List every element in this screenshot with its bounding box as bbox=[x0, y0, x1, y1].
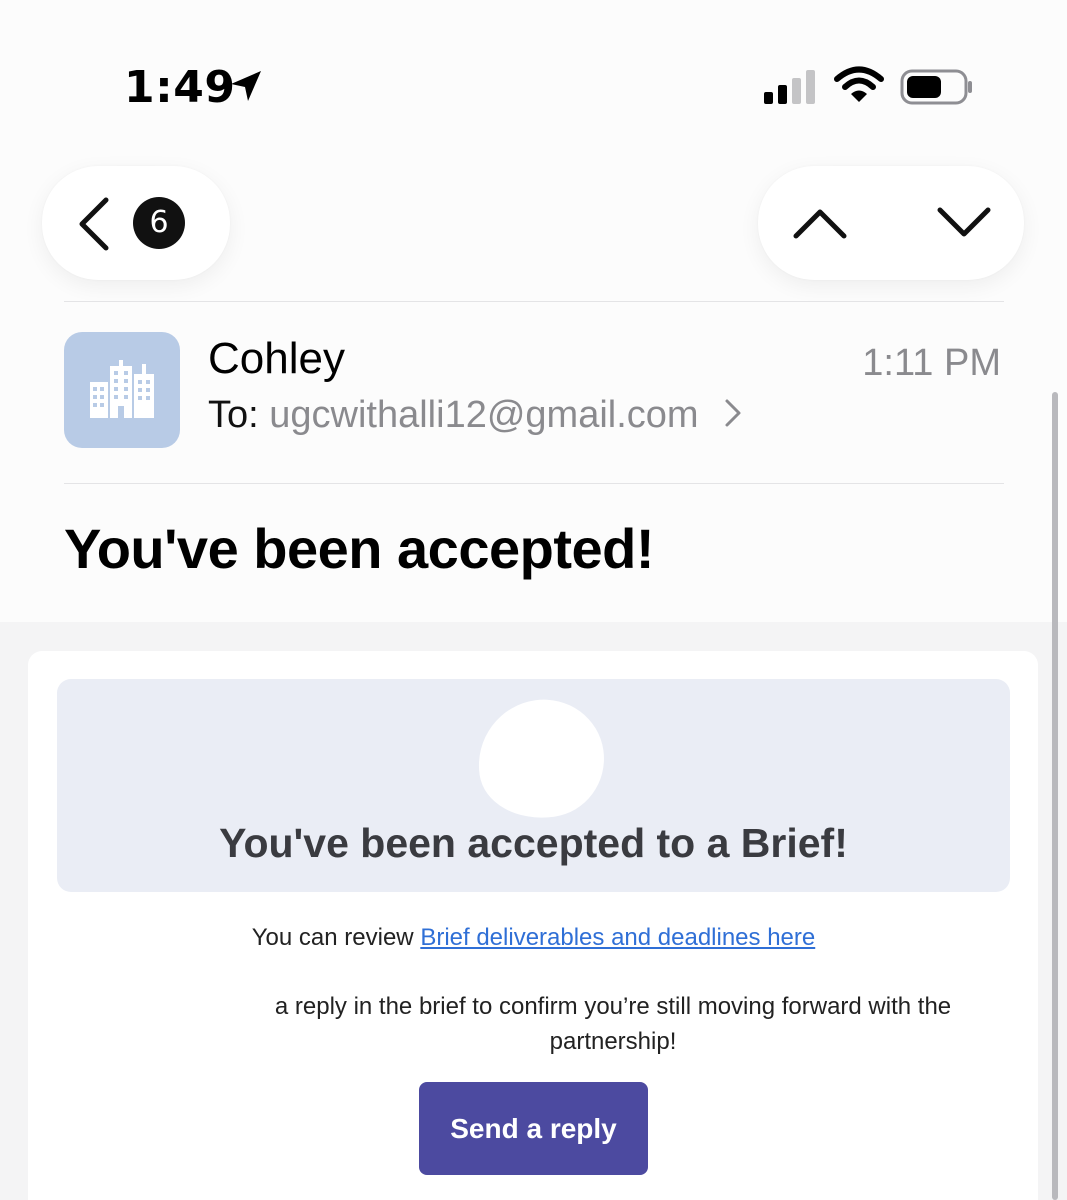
battery-icon bbox=[900, 69, 972, 105]
cellular-signal-icon bbox=[764, 70, 815, 104]
chevron-up-icon[interactable] bbox=[792, 204, 848, 240]
chevron-down-icon[interactable] bbox=[936, 206, 992, 242]
recipient-line[interactable]: To: ugcwithalli12@gmail.com bbox=[208, 394, 743, 437]
unread-count-badge: 6 bbox=[133, 197, 185, 249]
recipient-address[interactable]: ugcwithalli12@gmail.com bbox=[269, 394, 698, 436]
message-time: 1:11 PM bbox=[862, 342, 1001, 384]
reply-instructions: a reply in the brief to confirm you’re s… bbox=[274, 993, 952, 1055]
sender-avatar[interactable] bbox=[64, 332, 180, 448]
send-reply-button[interactable]: Send a reply bbox=[419, 1082, 648, 1175]
scrollbar[interactable] bbox=[1052, 392, 1058, 1200]
chevron-left-icon[interactable] bbox=[76, 196, 112, 252]
wifi-icon bbox=[834, 66, 884, 102]
hero-title: You've been accepted to a Brief! bbox=[219, 820, 848, 866]
email-subject: You've been accepted! bbox=[64, 517, 654, 580]
divider bbox=[64, 483, 1004, 484]
divider bbox=[64, 301, 1004, 302]
status-time: 1:49 bbox=[124, 62, 236, 113]
review-line: You can review Brief deliverables and de… bbox=[57, 924, 1010, 952]
building-icon bbox=[90, 360, 154, 418]
review-prefix: You can review bbox=[251, 924, 421, 951]
chevron-right-icon[interactable] bbox=[723, 397, 743, 429]
to-label: To: bbox=[208, 394, 259, 436]
sender-name[interactable]: Cohley bbox=[208, 334, 345, 384]
location-arrow-icon bbox=[231, 71, 261, 101]
brief-deliverables-link[interactable]: Brief deliverables and deadlines here bbox=[420, 924, 815, 951]
